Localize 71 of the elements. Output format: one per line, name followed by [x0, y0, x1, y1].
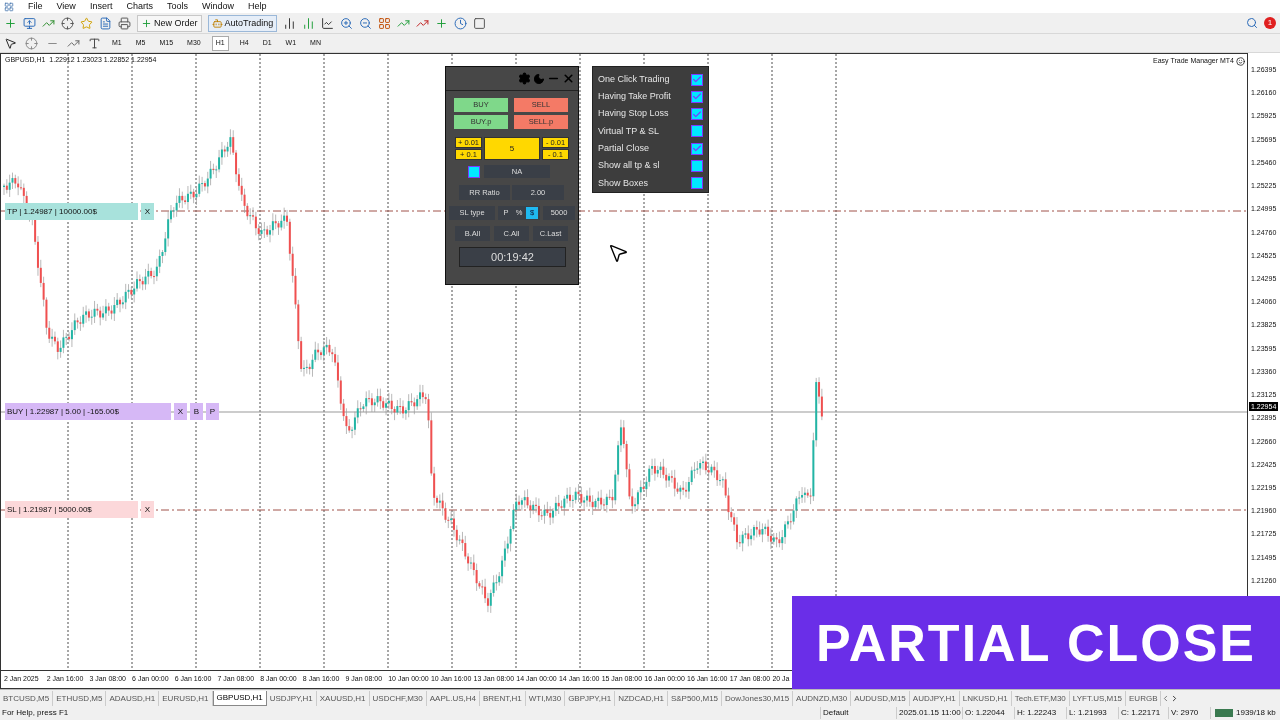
cursor-tool-icon[interactable] — [4, 36, 17, 50]
tile-windows-icon[interactable] — [378, 16, 392, 30]
traffic-bar-icon — [1215, 709, 1233, 717]
help-text: For Help, press F1 — [1, 707, 70, 719]
profile-name: Default — [820, 707, 896, 719]
crosshair-tool-icon[interactable] — [25, 36, 38, 50]
mouse-cursor-icon — [607, 242, 629, 264]
option-checkbox[interactable] — [691, 142, 703, 155]
option-label: Virtual TP & SL — [598, 124, 660, 138]
menu-item[interactable]: File — [28, 0, 43, 14]
line-action-button[interactable]: B — [190, 403, 203, 420]
option-label: Having Take Profit — [598, 90, 671, 104]
option-checkbox[interactable] — [691, 90, 703, 103]
smiley-icon — [1236, 56, 1245, 66]
line-action-button[interactable]: X — [141, 203, 154, 220]
option-label: Show all tp & sl — [598, 159, 660, 173]
line-action-button[interactable]: X — [141, 501, 154, 518]
printer-icon[interactable] — [118, 16, 131, 30]
menu-item[interactable]: Insert — [89, 0, 113, 14]
clock-icon[interactable] — [454, 16, 468, 30]
menu-item[interactable]: View — [56, 0, 76, 14]
bar-datetime: 2025.01.15 11:00 — [896, 707, 962, 719]
bar-chart-icon[interactable] — [283, 16, 297, 30]
countdown-timer: 00:19:42 — [459, 247, 566, 267]
option-checkbox[interactable] — [691, 160, 703, 173]
star-icon[interactable] — [80, 16, 93, 30]
robot-icon — [211, 17, 223, 29]
option-checkbox[interactable] — [691, 73, 703, 86]
lot-size-field[interactable]: 5 — [484, 137, 540, 160]
app-icon — [4, 1, 14, 12]
option-label: One Click Trading — [598, 72, 670, 86]
open-price: O: 1.22044 — [962, 707, 1014, 719]
toggle-checkbox[interactable] — [468, 165, 480, 178]
chart-tab[interactable]: GBPUSD,H1 — [212, 691, 267, 706]
crosshair-icon[interactable] — [61, 16, 74, 30]
text-tool-icon[interactable] — [88, 36, 101, 50]
close-icon[interactable] — [562, 72, 575, 85]
option-checkbox[interactable] — [691, 125, 703, 138]
add-chart-icon[interactable] — [4, 16, 17, 30]
trade-line-label: TP | 1.24987 | 10000.00$ — [5, 203, 138, 220]
autotrading-button[interactable]: AutoTrading — [207, 14, 278, 32]
option-checkbox[interactable] — [691, 108, 703, 121]
option-label: Show Boxes — [598, 176, 649, 190]
zoom-in-icon[interactable] — [340, 16, 354, 30]
option-label: Having Stop Loss — [598, 107, 669, 121]
menu-item[interactable]: Help — [247, 0, 267, 14]
settings-icon[interactable] — [518, 72, 531, 85]
plus-icon — [141, 17, 152, 29]
window-icon[interactable] — [23, 16, 36, 30]
menu-item[interactable]: Tools — [166, 0, 188, 14]
line-chart-icon[interactable] — [321, 16, 335, 30]
document-icon[interactable] — [99, 16, 112, 30]
zoom-out-icon[interactable] — [359, 16, 373, 30]
option-checkbox[interactable] — [691, 177, 703, 190]
trade-line-label: BUY | 1.22987 | 5.00 | -165.00$ — [5, 403, 171, 420]
menu-item[interactable]: Charts — [126, 0, 153, 14]
volume: V: 2970 — [1168, 707, 1210, 719]
line-action-button[interactable]: X — [174, 403, 187, 420]
new-order-button[interactable]: New Order — [137, 14, 202, 32]
option-label: Partial Close — [598, 142, 650, 155]
close-price: C: 1.22171 — [1118, 707, 1168, 719]
search-icon[interactable] — [1246, 17, 1258, 29]
menu-item[interactable]: Window — [201, 0, 234, 14]
moon-icon[interactable] — [533, 72, 545, 85]
title-banner: PARTIAL CLOSE — [792, 596, 1280, 689]
notification-badge[interactable]: 1 — [1264, 17, 1276, 29]
trade-line-label: SL | 1.21987 | 5000.00$ — [5, 501, 138, 518]
traffic-counter: 1939/18 kb — [1236, 707, 1276, 719]
high-price: H: 1.22243 — [1014, 707, 1066, 719]
line-action-button[interactable]: P — [206, 403, 219, 420]
low-price: L: 1.21993 — [1066, 707, 1118, 719]
